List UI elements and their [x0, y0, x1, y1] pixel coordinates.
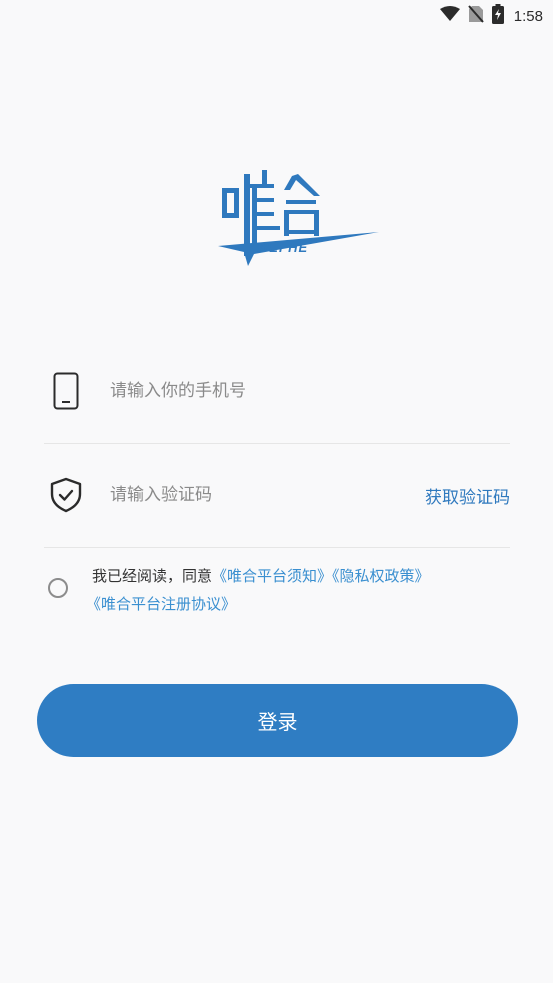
login-screen: 1:58 WEI HE 请输入你的手机号 请输入验证码 获取验证码 我已经阅读，… [0, 0, 553, 983]
phone-input[interactable] [110, 371, 510, 411]
wifi-icon [439, 6, 460, 26]
registration-agreement-link[interactable]: 《唯合平台注册协议》 [86, 595, 236, 613]
agreement-line2: 《唯合平台注册协议》 [86, 590, 492, 618]
shield-check-icon [44, 473, 88, 517]
no-sim-icon [468, 5, 484, 27]
phone-row [44, 339, 510, 444]
status-time: 1:58 [513, 7, 543, 25]
status-bar: 1:58 [0, 0, 553, 32]
phone-icon [44, 369, 88, 413]
logo-wordmark: WEI HE [256, 240, 309, 255]
platform-notice-link[interactable]: 《唯合平台须知》 [212, 567, 332, 585]
privacy-policy-link[interactable]: 《隐私权政策》 [332, 567, 430, 585]
battery-charging-icon [491, 4, 504, 28]
agreement-text: 我已经阅读，同意《唯合平台须知》《隐私权政策》 《唯合平台注册协议》 [86, 562, 492, 618]
agreement: 我已经阅读，同意《唯合平台须知》《隐私权政策》 《唯合平台注册协议》 [48, 562, 498, 618]
agreement-prefix: 我已经阅读，同意 [92, 567, 213, 585]
login-button[interactable]: 登录 [37, 684, 518, 757]
code-row: 获取验证码 [44, 443, 510, 548]
status-icons: 1:58 [439, 4, 543, 28]
get-code-button[interactable]: 获取验证码 [425, 483, 510, 508]
verification-code-input[interactable] [110, 475, 425, 515]
agreement-radio[interactable] [48, 578, 68, 598]
